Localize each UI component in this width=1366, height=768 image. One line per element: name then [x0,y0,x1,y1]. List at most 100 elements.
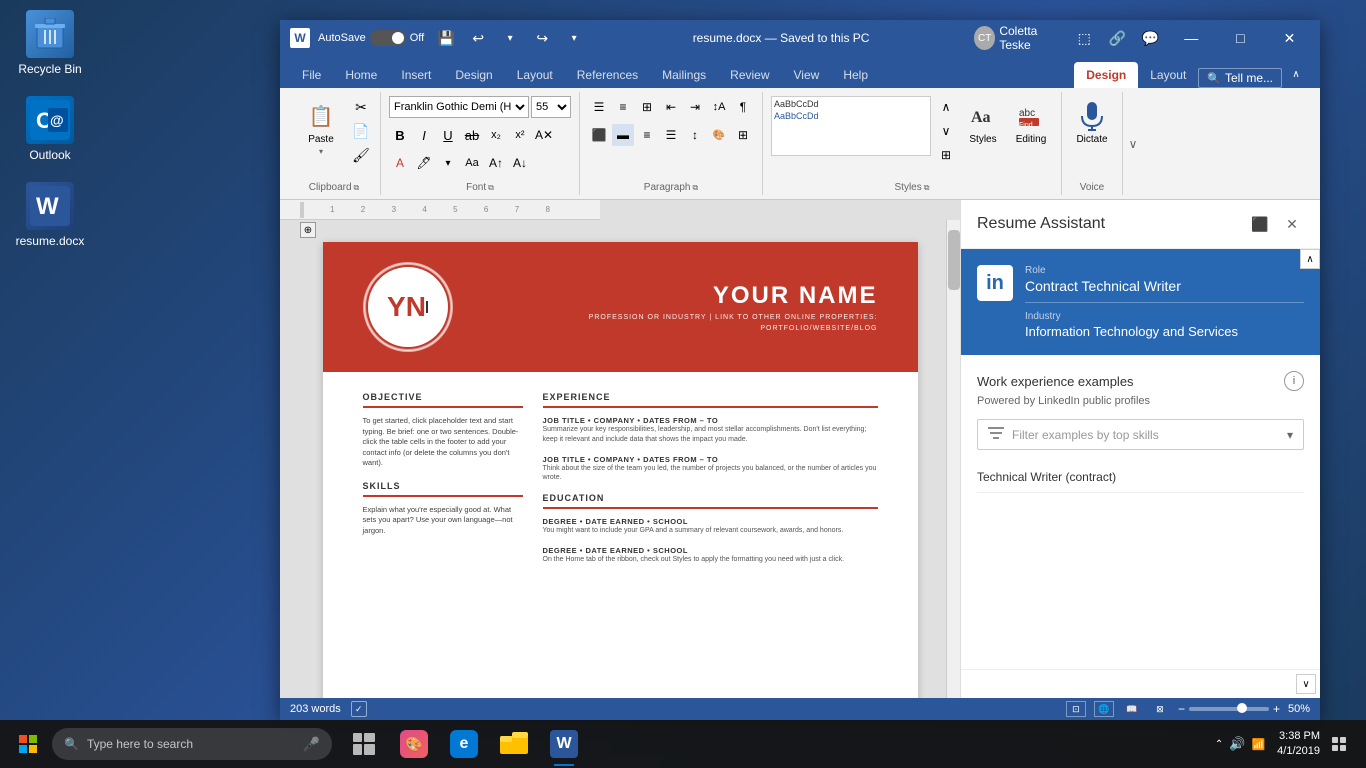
taskbar-search[interactable]: 🔍 Type here to search 🎤 [52,728,332,760]
role-value[interactable]: Contract Technical Writer [1025,278,1304,303]
tab-home[interactable]: Home [333,62,389,88]
zoom-slider[interactable] [1189,707,1269,711]
scroll-thumb[interactable] [948,230,960,290]
zoom-level[interactable]: 50% [1288,703,1310,715]
tab-design[interactable]: Design [443,62,504,88]
autosave-switch[interactable] [370,30,406,46]
move-handle[interactable]: ⊕ [300,222,316,238]
comments-button[interactable]: 💬 [1138,24,1163,52]
styles-gallery[interactable]: AaBbCcDd AaBbCcDd [771,96,931,156]
assistant-expand-button[interactable]: ⬛ [1248,212,1272,236]
undo-dropdown-button[interactable]: ▾ [496,24,524,52]
share-button[interactable]: 🔗 [1105,24,1130,52]
filter-dropdown[interactable]: Filter examples by top skills ▾ [977,419,1304,450]
align-left-button[interactable]: ⬛ [588,124,610,146]
tell-me-box[interactable]: 🔍 Tell me... [1198,68,1282,88]
edge-button[interactable]: e [440,720,488,768]
document-scroll[interactable]: 12345678 ⊕ YN [280,200,960,698]
web-view-button[interactable]: 🌐 [1094,701,1114,717]
proofing-icon[interactable]: ✓ [351,701,367,717]
task-view-button[interactable] [340,720,388,768]
underline-button[interactable]: U [437,124,459,146]
multilevel-button[interactable]: ⊞ [636,96,658,118]
styles-up-button[interactable]: ∧ [935,96,957,118]
borders-button[interactable]: ⊞ [732,124,754,146]
ribbon-scroll-right[interactable]: ∨ [1123,92,1143,195]
collapse-ribbon-button[interactable]: ∧ [1282,60,1310,88]
superscript-button[interactable]: x² [509,124,531,146]
start-button[interactable] [4,720,52,768]
info-icon-button[interactable]: i [1284,371,1304,391]
font-color-button[interactable]: A [389,152,411,174]
industry-value[interactable]: Information Technology and Services [1025,324,1304,339]
chevron-up-icon[interactable]: ⌃ [1215,739,1223,750]
tab-view[interactable]: View [782,62,832,88]
highlight-button[interactable]: 🖊 [413,152,435,174]
increase-indent-button[interactable]: ⇥ [684,96,706,118]
styles-down-button[interactable]: ∨ [935,120,957,142]
paint3d-button[interactable]: 🎨 [390,720,438,768]
tab-mailings[interactable]: Mailings [650,62,718,88]
assistant-scroll-up-button[interactable]: ∧ [1300,249,1320,269]
align-center-button[interactable]: ▬ [612,124,634,146]
tab-layout[interactable]: Layout [505,62,565,88]
file-explorer-button[interactable] [490,720,538,768]
decrease-indent-button[interactable]: ⇤ [660,96,682,118]
job-example-item[interactable]: Technical Writer (contract) [977,462,1304,493]
redo-qa-button[interactable]: ↪ [528,24,556,52]
notification-center-button[interactable] [1324,720,1354,768]
assistant-close-button[interactable]: ✕ [1280,212,1304,236]
grow-font-button[interactable]: A↑ [485,152,507,174]
document-page[interactable]: YN YOUR NAME PROFESSION OR INDUSTRY | LI… [323,242,918,698]
font-color-dropdown[interactable]: ▾ [437,152,459,174]
outlook-icon-desktop[interactable]: O @ Outlook [10,96,90,162]
tab-design-active[interactable]: Design [1074,62,1138,88]
align-right-button[interactable]: ≡ [636,124,658,146]
user-info[interactable]: CT Coletta Teske [974,24,1064,52]
tab-layout-active[interactable]: Layout [1138,62,1198,88]
shading-button[interactable]: 🎨 [708,124,730,146]
tab-file[interactable]: File [290,62,333,88]
zoom-out-icon[interactable]: − [1178,702,1185,716]
bullets-button[interactable]: ☰ [588,96,610,118]
minimize-button[interactable]: — [1171,20,1212,56]
numbering-button[interactable]: ≡ [612,96,634,118]
tab-references[interactable]: References [565,62,650,88]
tab-help[interactable]: Help [831,62,880,88]
editing-button[interactable]: abc Find Editing [1009,96,1053,149]
word-taskbar-button[interactable]: W [540,720,588,768]
tab-insert[interactable]: Insert [389,62,443,88]
shrink-font-button[interactable]: A↓ [509,152,531,174]
show-hide-button[interactable]: ¶ [732,96,754,118]
paste-button[interactable]: 📋 Paste ▾ [296,96,346,160]
speaker-icon[interactable]: 🔊 [1229,736,1245,752]
font-family-select[interactable]: Franklin Gothic Demi (H... [389,96,529,118]
justify-button[interactable]: ☰ [660,124,682,146]
word-doc-icon-desktop[interactable]: W resume.docx [10,182,90,248]
read-mode-button[interactable]: 📖 [1122,701,1142,717]
change-case-button[interactable]: Aa [461,152,483,174]
save-qa-button[interactable]: 💾 [432,24,460,52]
system-clock[interactable]: 3:38 PM 4/1/2019 [1277,729,1320,760]
italic-button[interactable]: I [413,124,435,146]
paste-dropdown[interactable]: ▾ [319,147,323,156]
line-spacing-button[interactable]: ↕ [684,124,706,146]
focus-view-button[interactable]: ⊠ [1150,701,1170,717]
recycle-bin-icon[interactable]: Recycle Bin [10,10,90,76]
dictate-button[interactable]: Dictate [1070,96,1114,149]
ribbon-display-options-button[interactable]: ⬚ [1072,24,1097,52]
tab-review[interactable]: Review [718,62,781,88]
cut-button[interactable]: ✂ [350,96,372,118]
close-button[interactable]: ✕ [1269,20,1310,56]
format-painter-button[interactable]: 🖌 [350,144,372,166]
zoom-in-icon[interactable]: + [1273,702,1280,716]
undo-qa-button[interactable]: ↩ [464,24,492,52]
vertical-scrollbar[interactable] [946,220,960,698]
microphone-icon[interactable]: 🎤 [303,736,320,753]
customize-qa-button[interactable]: ▾ [560,24,588,52]
clear-format-button[interactable]: A✕ [533,124,555,146]
copy-button[interactable]: 📄 [350,120,372,142]
bold-button[interactable]: B [389,124,411,146]
print-layout-view-button[interactable]: ⊡ [1066,701,1086,717]
restore-button[interactable]: □ [1220,20,1261,56]
